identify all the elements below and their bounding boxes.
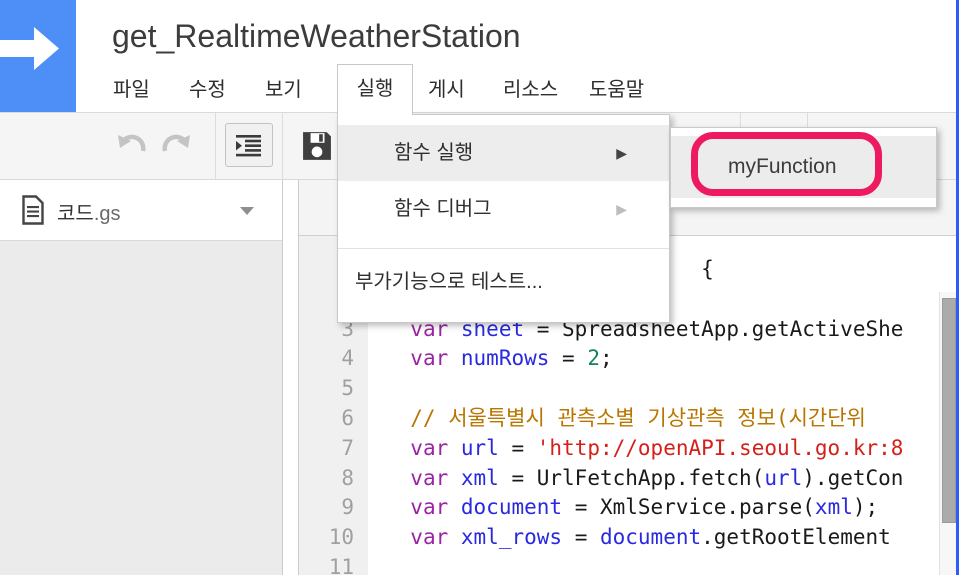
code-token: xml <box>814 495 853 520</box>
code-token: numRows <box>460 346 550 371</box>
menu-item-7[interactable]: 도움말 <box>589 68 644 113</box>
code-token: = XmlService.parse( <box>562 495 815 520</box>
files-sidebar: 코드.gs <box>0 180 283 575</box>
indent-icon <box>236 135 261 157</box>
code-token: ).getCon <box>802 465 904 490</box>
line-number: 9 <box>341 495 354 520</box>
code-token: document <box>460 495 563 520</box>
menu-item-6[interactable]: 리소스 <box>503 68 558 113</box>
code-token: xml_rows <box>460 525 563 550</box>
code-token: var <box>410 465 449 490</box>
code-line-6: // 서울특별시 관측소별 기상관측 정보(시간단위 <box>385 404 959 434</box>
line-number: 4 <box>341 346 354 371</box>
code-token: .getRootElement <box>701 525 891 550</box>
code-line-10: var xml_rows = document.getRootElement <box>385 523 959 553</box>
indent-button[interactable] <box>225 123 273 167</box>
menu-item-1[interactable]: 파일 <box>113 68 150 113</box>
code-token: ); <box>852 495 879 520</box>
menu-item-label: 부가기능으로 테스트... <box>355 271 543 293</box>
run-menu-item-1[interactable]: 함수 실행 ▶ <box>338 125 669 181</box>
code-line-7: var url = 'http://openAPI.seoul.go.kr:8 <box>385 434 959 464</box>
submenu-arrow-icon: ▶ <box>616 145 627 161</box>
run-menu-item-3[interactable]: 부가기능으로 테스트... <box>338 249 669 315</box>
save-icon[interactable] <box>302 131 332 161</box>
code-token: url <box>460 435 499 460</box>
menu-item-label: 함수 실행 <box>394 142 474 164</box>
code-line-8: var xml = UrlFetchApp.fetch(url).getCon <box>385 464 959 494</box>
line-number: 5 <box>341 376 354 401</box>
menu-item-3[interactable]: 보기 <box>265 68 302 113</box>
apps-script-editor-window: get_RealtimeWeatherStation 파일 수정 보기 실행 게시 리소스… <box>0 0 959 575</box>
code-token: // 서울특별시 관측소별 기상관측 정보(시간단위 <box>385 405 866 430</box>
line-number: 11 <box>328 554 354 575</box>
menu-item-label: 함수 디버그 <box>394 198 492 220</box>
code-token: = <box>562 525 600 550</box>
file-extension: .gs <box>93 203 121 225</box>
code-token: var <box>410 435 449 460</box>
redo-icon[interactable] <box>160 132 194 156</box>
code-token: = UrlFetchApp.fetch( <box>498 465 765 490</box>
code-token: var <box>410 346 449 371</box>
submenu-arrow-icon: ▶ <box>616 201 627 217</box>
code-token: document <box>599 525 702 550</box>
code-line-4: var numRows = 2; <box>385 344 959 374</box>
code-token: = <box>549 346 588 371</box>
file-icon <box>22 195 44 225</box>
header: get_RealtimeWeatherStation 파일 수정 보기 실행 게시 리소스… <box>0 0 959 115</box>
line-number: 6 <box>341 405 354 430</box>
code-line-9: var document = XmlService.parse(xml); <box>385 493 959 523</box>
project-title: get_RealtimeWeatherStation <box>112 18 521 54</box>
toolbar-separator <box>282 113 283 179</box>
menu-item-4[interactable]: 실행 <box>337 64 413 115</box>
line-number: 10 <box>328 525 354 550</box>
toolbar-separator <box>215 113 216 179</box>
code-token: url <box>764 465 803 490</box>
menu-item-2[interactable]: 수정 <box>189 68 226 113</box>
undo-icon[interactable] <box>114 132 148 156</box>
code-token: var <box>410 495 449 520</box>
code-token: 2 <box>587 346 600 371</box>
menu-item-5[interactable]: 게시 <box>428 68 465 113</box>
file-item-code-gs[interactable]: 코드.gs <box>0 180 282 241</box>
run-dropdown-menu: 함수 실행 ▶ 함수 디버그 ▶ 부가기능으로 테스트... <box>337 114 670 323</box>
line-number: 8 <box>341 465 354 490</box>
chevron-down-icon[interactable] <box>240 207 254 215</box>
run-menu-item-2[interactable]: 함수 디버그 ▶ <box>338 181 669 237</box>
file-name: 코드.gs <box>57 203 121 225</box>
annotation-highlight-ring <box>691 132 882 196</box>
code-token: var <box>410 525 449 550</box>
code-token: ; <box>600 346 613 371</box>
apps-script-logo <box>0 0 76 112</box>
code-token: 'http://openAPI.seoul.go.kr:8 <box>536 435 904 460</box>
arrow-icon <box>0 27 59 70</box>
scrollbar-thumb[interactable] <box>942 298 956 523</box>
code-token: xml <box>460 465 499 490</box>
code-token: = <box>498 435 537 460</box>
line-number: 7 <box>341 435 354 460</box>
